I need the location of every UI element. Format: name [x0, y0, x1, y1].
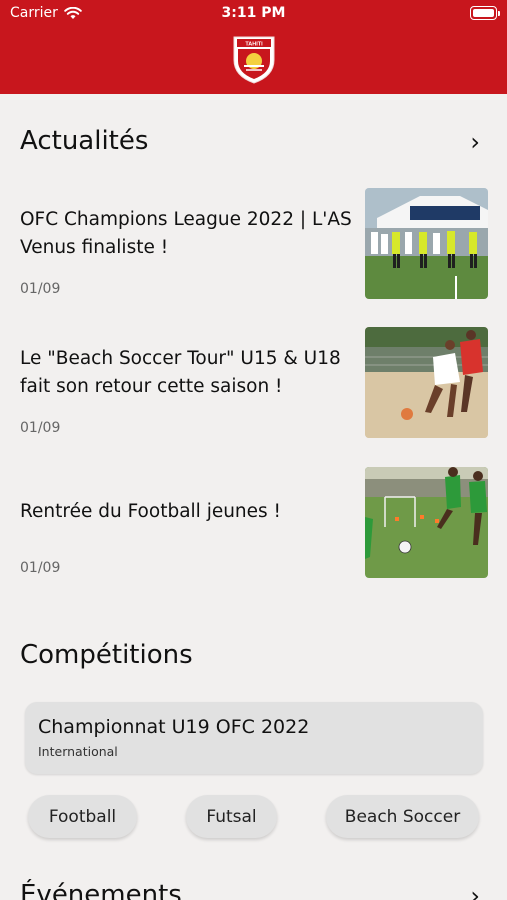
- events-see-all-chevron-icon[interactable]: ›: [470, 884, 480, 900]
- competitions-section-title: Compétitions: [20, 640, 193, 670]
- news-item[interactable]: Rentrée du Football jeunes ! 01/09: [0, 467, 507, 579]
- news-item-thumbnail: [365, 327, 488, 438]
- app-header: Carrier 3:11 PM TAHITI: [0, 0, 507, 94]
- filter-chip-beach-soccer[interactable]: Beach Soccer: [326, 795, 479, 838]
- news-item-date: 01/09: [20, 560, 61, 576]
- news-item-title: Rentrée du Football jeunes !: [20, 501, 281, 522]
- competition-name: Championnat U19 OFC 2022: [38, 716, 310, 738]
- crest-text: TAHITI: [245, 42, 263, 48]
- news-item[interactable]: OFC Champions League 2022 | L'AS Venus f…: [0, 188, 507, 300]
- news-item[interactable]: Le "Beach Soccer Tour" U15 & U18 fait so…: [0, 327, 507, 439]
- news-see-all-chevron-icon[interactable]: ›: [470, 130, 480, 154]
- news-item-date: 01/09: [20, 420, 61, 436]
- competition-card[interactable]: Championnat U19 OFC 2022 International: [25, 702, 483, 774]
- events-section-title: Événements: [20, 880, 182, 900]
- news-item-thumbnail: [365, 467, 488, 578]
- filter-chip-futsal[interactable]: Futsal: [186, 795, 277, 838]
- news-item-title: OFC Champions League 2022 | L'AS Venus f…: [20, 209, 352, 258]
- filter-chip-football[interactable]: Football: [28, 795, 137, 838]
- news-section-title: Actualités: [20, 126, 149, 156]
- status-bar: Carrier 3:11 PM: [0, 0, 507, 28]
- status-time: 3:11 PM: [221, 5, 286, 21]
- federation-crest-logo[interactable]: TAHITI: [232, 34, 276, 84]
- battery-icon: [470, 6, 500, 20]
- news-item-title: Le "Beach Soccer Tour" U15 & U18 fait so…: [20, 348, 341, 397]
- news-item-thumbnail: [365, 188, 488, 299]
- competition-category: International: [38, 744, 118, 759]
- news-item-date: 01/09: [20, 281, 61, 297]
